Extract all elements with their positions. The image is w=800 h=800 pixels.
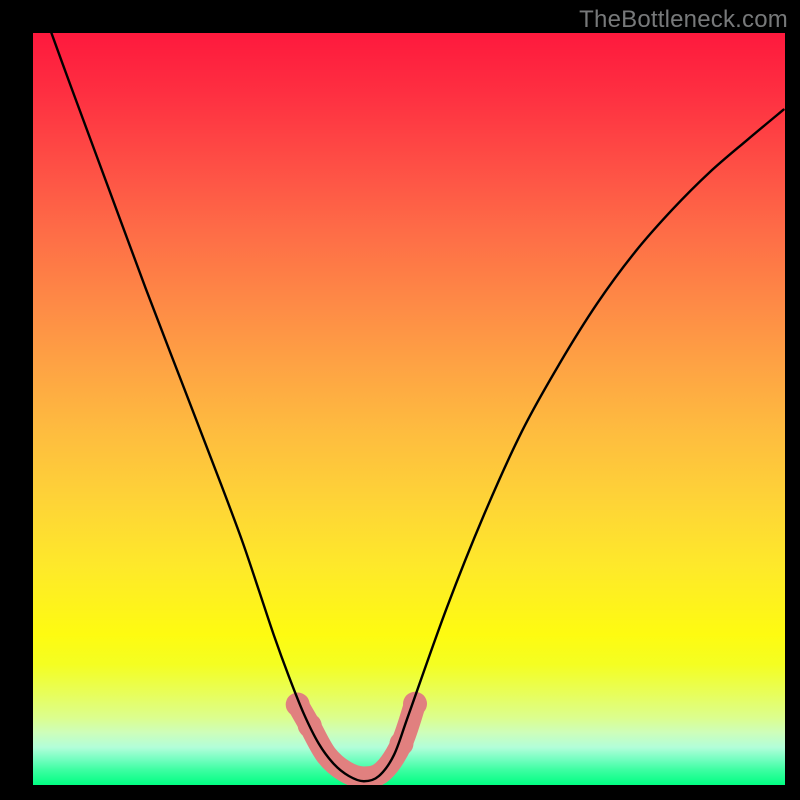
chart-svg bbox=[33, 33, 785, 785]
watermark-text: TheBottleneck.com bbox=[579, 6, 788, 34]
bottleneck-curve-path bbox=[41, 33, 784, 781]
frame: TheBottleneck.com bbox=[0, 0, 800, 800]
plot-area bbox=[33, 33, 785, 785]
